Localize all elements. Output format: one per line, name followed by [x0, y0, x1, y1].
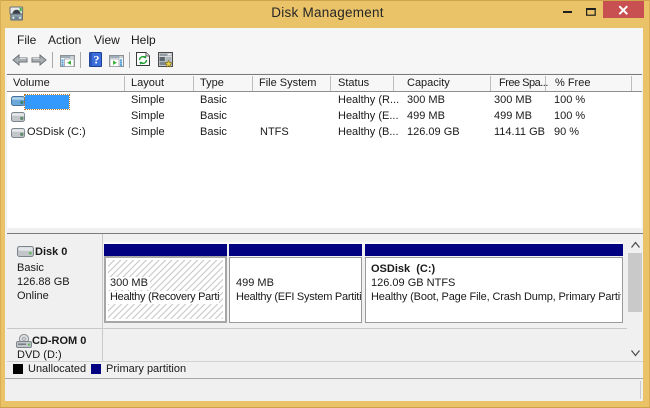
svg-text:?: ? — [94, 53, 100, 67]
